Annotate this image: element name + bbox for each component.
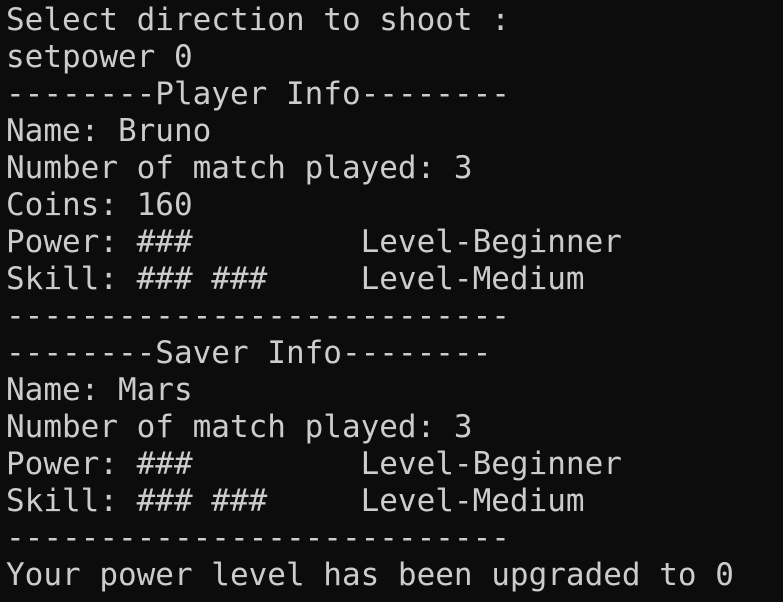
terminal-window[interactable]: Select direction to shoot : setpower 0 -… bbox=[0, 0, 783, 602]
saver-info-footer: --------------------------- bbox=[6, 520, 510, 556]
player-info-header: --------Player Info-------- bbox=[6, 76, 510, 112]
command-input-setpower: setpower 0 bbox=[6, 39, 193, 75]
player-name: Name: Bruno bbox=[6, 113, 212, 149]
power-upgrade-message: Your power level has been upgraded to 0 bbox=[6, 557, 734, 593]
saver-info-header: --------Saver Info-------- bbox=[6, 335, 492, 371]
saver-name: Name: Mars bbox=[6, 372, 193, 408]
prompt-select-direction: Select direction to shoot : bbox=[6, 2, 510, 38]
player-info-footer: --------------------------- bbox=[6, 298, 510, 334]
saver-skill: Skill: ### ### Level-Medium bbox=[6, 483, 585, 519]
player-coins: Coins: 160 bbox=[6, 187, 193, 223]
player-matches-played: Number of match played: 3 bbox=[6, 150, 473, 186]
player-skill: Skill: ### ### Level-Medium bbox=[6, 261, 585, 297]
saver-power: Power: ### Level-Beginner bbox=[6, 446, 622, 482]
saver-matches-played: Number of match played: 3 bbox=[6, 409, 473, 445]
player-power: Power: ### Level-Beginner bbox=[6, 224, 622, 260]
